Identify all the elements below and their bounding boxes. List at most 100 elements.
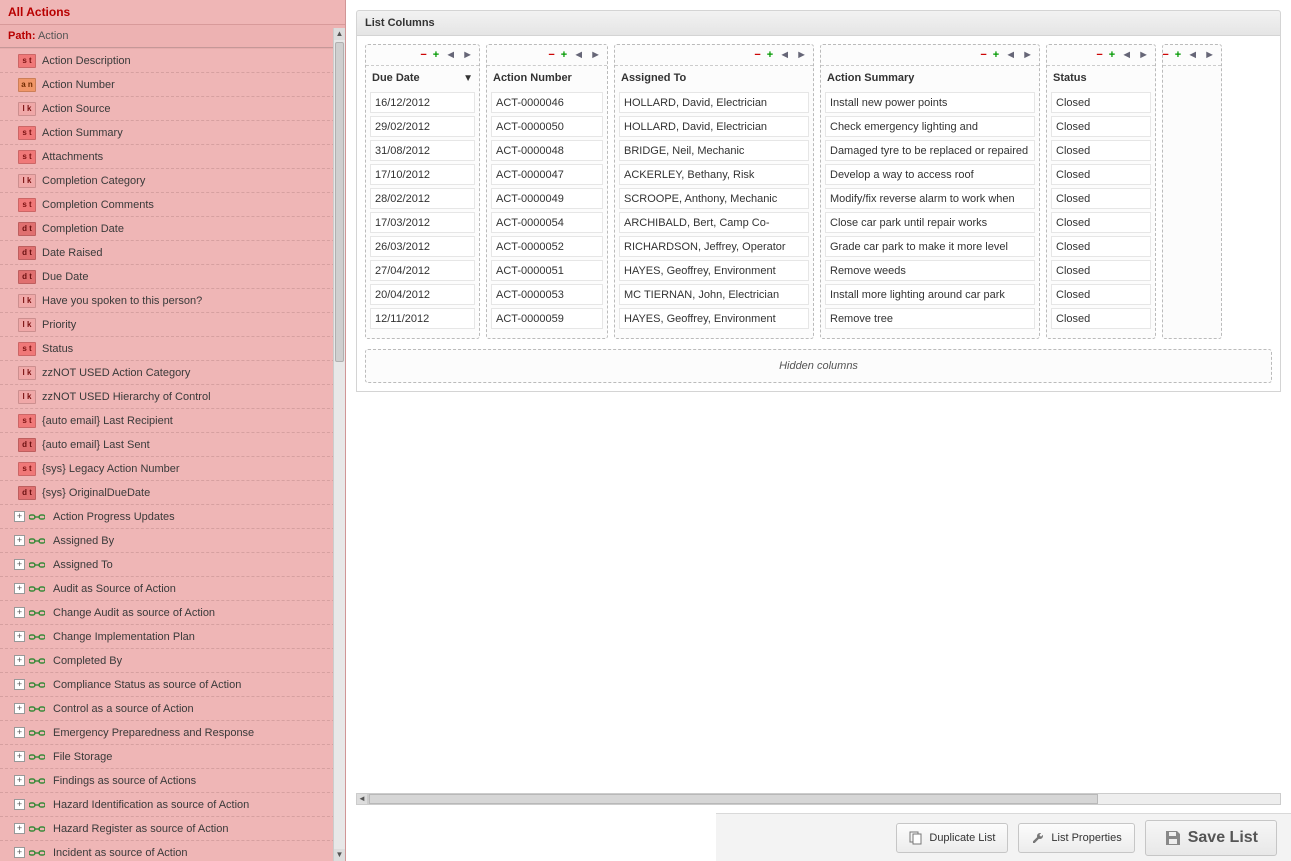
data-cell[interactable]: ACT-0000053 <box>491 284 603 305</box>
sidebar-scroll[interactable]: s tAction Descriptiona nAction Number l k… <box>0 48 345 861</box>
data-cell[interactable]: 28/02/2012 <box>370 188 475 209</box>
data-cell[interactable]: ACT-0000051 <box>491 260 603 281</box>
column-header[interactable]: Status <box>1047 66 1155 90</box>
horizontal-scrollbar[interactable] <box>368 793 1281 805</box>
remove-column-icon[interactable]: − <box>420 49 426 61</box>
link-item[interactable]: +Completed By <box>0 649 345 673</box>
data-cell[interactable]: ACT-0000049 <box>491 188 603 209</box>
move-left-icon[interactable]: ◄ <box>779 49 790 61</box>
link-item[interactable]: +Compliance Status as source of Action <box>0 673 345 697</box>
list-properties-button[interactable]: List Properties <box>1018 823 1134 853</box>
link-item[interactable]: +Emergency Preparedness and Response <box>0 721 345 745</box>
field-item[interactable]: l kHave you spoken to this person? <box>0 289 345 313</box>
data-cell[interactable]: ACT-0000059 <box>491 308 603 329</box>
column-card[interactable]: −+◄►Due Date▼16/12/201229/02/201231/08/2… <box>365 44 480 339</box>
add-column-slot[interactable]: −+◄► <box>1162 44 1222 339</box>
remove-column-icon[interactable]: − <box>980 49 986 61</box>
add-column-icon[interactable]: + <box>433 49 439 61</box>
column-card[interactable]: −+◄►Action NumberACT-0000046ACT-0000050A… <box>486 44 608 339</box>
data-cell[interactable]: ACT-0000052 <box>491 236 603 257</box>
field-item[interactable]: s tAction Summary <box>0 121 345 145</box>
data-cell[interactable]: 17/10/2012 <box>370 164 475 185</box>
column-card[interactable]: −+◄►Assigned ToHOLLARD, David, Electrici… <box>614 44 814 339</box>
data-cell[interactable]: SCROOPE, Anthony, Mechanic <box>619 188 809 209</box>
data-cell[interactable]: Install more lighting around car park <box>825 284 1035 305</box>
data-cell[interactable]: ARCHIBALD, Bert, Camp Co- <box>619 212 809 233</box>
data-cell[interactable]: Close car park until repair works <box>825 212 1035 233</box>
link-item[interactable]: +Action Progress Updates <box>0 505 345 529</box>
add-column-icon[interactable]: + <box>1175 49 1181 61</box>
field-item[interactable]: d tCompletion Date <box>0 217 345 241</box>
column-card[interactable]: −+◄►StatusClosedClosedClosedClosedClosed… <box>1046 44 1156 339</box>
field-item[interactable]: s tAction Description <box>0 49 345 73</box>
data-cell[interactable]: Closed <box>1051 92 1151 113</box>
link-item[interactable]: +Control as a source of Action <box>0 697 345 721</box>
data-cell[interactable]: HOLLARD, David, Electrician <box>619 116 809 137</box>
data-cell[interactable]: Closed <box>1051 260 1151 281</box>
data-cell[interactable]: Remove weeds <box>825 260 1035 281</box>
data-cell[interactable]: Closed <box>1051 284 1151 305</box>
data-cell[interactable]: RICHARDSON, Jeffrey, Operator <box>619 236 809 257</box>
move-right-icon[interactable]: ► <box>462 49 473 61</box>
data-cell[interactable]: Remove tree <box>825 308 1035 329</box>
field-item[interactable]: d tDate Raised <box>0 241 345 265</box>
link-item[interactable]: +Hazard Register as source of Action <box>0 817 345 841</box>
expand-icon[interactable]: + <box>14 751 25 762</box>
expand-icon[interactable]: + <box>14 631 25 642</box>
scroll-down-icon[interactable]: ▼ <box>334 849 345 861</box>
data-cell[interactable]: ACT-0000047 <box>491 164 603 185</box>
sort-desc-icon[interactable]: ▼ <box>463 73 473 84</box>
data-cell[interactable]: Modify/fix reverse alarm to work when <box>825 188 1035 209</box>
expand-icon[interactable]: + <box>14 799 25 810</box>
hscrollbar-thumb[interactable] <box>369 794 1098 804</box>
expand-icon[interactable]: + <box>14 607 25 618</box>
field-item[interactable]: d t{sys} OriginalDueDate <box>0 481 345 505</box>
link-item[interactable]: +Findings as source of Actions <box>0 769 345 793</box>
move-left-icon[interactable]: ◄ <box>573 49 584 61</box>
scroll-up-icon[interactable]: ▲ <box>334 28 345 40</box>
hidden-columns-dropzone[interactable]: Hidden columns <box>365 349 1272 383</box>
expand-icon[interactable]: + <box>14 727 25 738</box>
move-left-icon[interactable]: ◄ <box>1187 49 1198 61</box>
expand-icon[interactable]: + <box>14 655 25 666</box>
move-left-icon[interactable]: ◄ <box>1121 49 1132 61</box>
scrollbar-thumb[interactable] <box>335 42 344 362</box>
move-right-icon[interactable]: ► <box>1138 49 1149 61</box>
data-cell[interactable]: 12/11/2012 <box>370 308 475 329</box>
field-item[interactable]: l kCompletion Category <box>0 169 345 193</box>
data-cell[interactable]: Closed <box>1051 236 1151 257</box>
field-item[interactable]: s t{auto email} Last Recipient <box>0 409 345 433</box>
link-item[interactable]: +Incident as source of Action <box>0 841 345 861</box>
column-header[interactable]: Action Number <box>487 66 607 90</box>
data-cell[interactable]: 26/03/2012 <box>370 236 475 257</box>
field-item[interactable]: s t{sys} Legacy Action Number <box>0 457 345 481</box>
field-item[interactable]: s tCompletion Comments <box>0 193 345 217</box>
data-cell[interactable]: Closed <box>1051 308 1151 329</box>
data-cell[interactable]: ACT-0000050 <box>491 116 603 137</box>
expand-icon[interactable]: + <box>14 679 25 690</box>
data-cell[interactable]: MC TIERNAN, John, Electrician <box>619 284 809 305</box>
field-item[interactable]: l kPriority <box>0 313 345 337</box>
column-header[interactable]: Action Summary <box>821 66 1039 90</box>
link-item[interactable]: +Change Audit as source of Action <box>0 601 345 625</box>
data-cell[interactable]: Closed <box>1051 164 1151 185</box>
link-item[interactable]: +File Storage <box>0 745 345 769</box>
expand-icon[interactable]: + <box>14 511 25 522</box>
data-cell[interactable]: ACKERLEY, Bethany, Risk <box>619 164 809 185</box>
field-item[interactable]: a nAction Number <box>0 73 345 97</box>
add-column-icon[interactable]: + <box>767 49 773 61</box>
remove-column-icon[interactable]: − <box>1096 49 1102 61</box>
data-cell[interactable]: Closed <box>1051 188 1151 209</box>
expand-icon[interactable]: + <box>14 703 25 714</box>
move-right-icon[interactable]: ► <box>1204 49 1215 61</box>
sidebar-scrollbar[interactable]: ▲ ▼ <box>333 28 345 861</box>
move-right-icon[interactable]: ► <box>1022 49 1033 61</box>
field-item[interactable]: s tStatus <box>0 337 345 361</box>
data-cell[interactable]: Damaged tyre to be replaced or repaired <box>825 140 1035 161</box>
data-cell[interactable]: ACT-0000046 <box>491 92 603 113</box>
save-list-button[interactable]: Save List <box>1145 820 1277 856</box>
data-cell[interactable]: 29/02/2012 <box>370 116 475 137</box>
add-column-icon[interactable]: + <box>561 49 567 61</box>
move-left-icon[interactable]: ◄ <box>1005 49 1016 61</box>
add-column-icon[interactable]: + <box>1109 49 1115 61</box>
